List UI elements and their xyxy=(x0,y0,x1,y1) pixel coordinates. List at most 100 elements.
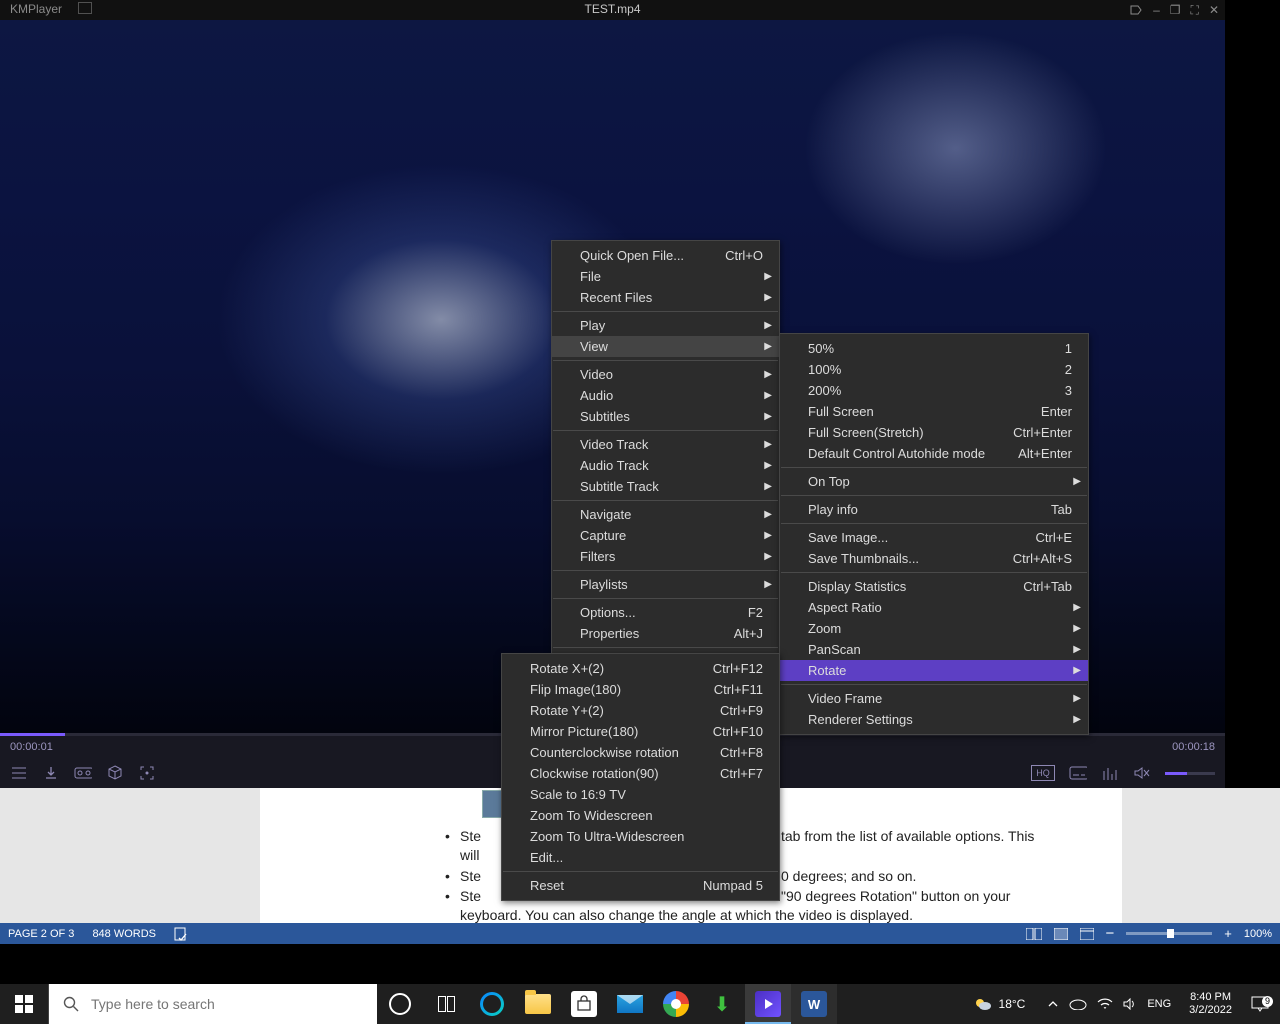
kmplayer-app[interactable] xyxy=(745,984,791,1024)
cube-icon[interactable] xyxy=(106,764,124,782)
language-icon[interactable]: ENG xyxy=(1147,998,1171,1010)
start-button[interactable] xyxy=(0,984,48,1024)
download-icon[interactable] xyxy=(42,764,60,782)
menu-item[interactable]: Play infoTab xyxy=(780,499,1088,520)
edge-app[interactable] xyxy=(469,984,515,1024)
download-app[interactable]: ⬇ xyxy=(699,984,745,1024)
menu-item[interactable]: Video Track▶ xyxy=(552,434,779,455)
menu-item[interactable]: Flip Image(180)Ctrl+F11 xyxy=(502,679,779,700)
close-button[interactable]: ✕ xyxy=(1209,3,1219,17)
onedrive-icon[interactable] xyxy=(1069,998,1087,1010)
equalizer-icon[interactable] xyxy=(1101,764,1119,782)
wifi-icon[interactable] xyxy=(1097,998,1113,1010)
menu-item[interactable]: Video Frame▶ xyxy=(780,688,1088,709)
search-input[interactable] xyxy=(89,995,353,1013)
restore-button[interactable]: ❐ xyxy=(1170,3,1181,17)
context-menu-main[interactable]: Quick Open File...Ctrl+OFile▶Recent File… xyxy=(551,240,780,656)
pin-icon[interactable] xyxy=(1129,3,1143,17)
menu-item[interactable]: Zoom▶ xyxy=(780,618,1088,639)
cortana-button[interactable] xyxy=(377,984,423,1024)
ms-store-app[interactable] xyxy=(561,984,607,1024)
action-center[interactable]: 9 xyxy=(1240,996,1280,1012)
menu-item[interactable]: Rotate Y+(2)Ctrl+F9 xyxy=(502,700,779,721)
mute-icon[interactable] xyxy=(1133,764,1151,782)
menu-item[interactable]: Play▶ xyxy=(552,315,779,336)
print-layout-icon[interactable] xyxy=(1054,928,1068,940)
menu-item[interactable]: Subtitles▶ xyxy=(552,406,779,427)
submenu-arrow-icon: ▶ xyxy=(1073,599,1081,616)
menu-item[interactable]: View▶ xyxy=(552,336,779,357)
spellcheck-icon[interactable] xyxy=(174,927,190,941)
volume-icon[interactable] xyxy=(1123,998,1137,1010)
focus-icon[interactable] xyxy=(138,764,156,782)
taskbar-search[interactable] xyxy=(48,984,377,1024)
submenu-arrow-icon: ▶ xyxy=(764,338,772,355)
menu-item[interactable]: Save Image...Ctrl+E xyxy=(780,527,1088,548)
subtitles-icon[interactable] xyxy=(1069,764,1087,782)
menu-item[interactable]: Save Thumbnails...Ctrl+Alt+S xyxy=(780,548,1088,569)
menu-item[interactable]: Display StatisticsCtrl+Tab xyxy=(780,576,1088,597)
menu-item[interactable]: Filters▶ xyxy=(552,546,779,567)
menu-item[interactable]: 100%2 xyxy=(780,359,1088,380)
menu-item[interactable]: File▶ xyxy=(552,266,779,287)
menu-item[interactable]: Edit... xyxy=(502,847,779,868)
menu-item[interactable]: Aspect Ratio▶ xyxy=(780,597,1088,618)
menu-item[interactable]: Rotate▶ xyxy=(780,660,1088,681)
menu-item[interactable]: Options...F2 xyxy=(552,602,779,623)
word-status-bar: PAGE 2 OF 3 848 WORDS − + 100% xyxy=(0,923,1280,944)
volume-slider[interactable] xyxy=(1165,772,1215,775)
menu-item[interactable]: Capture▶ xyxy=(552,525,779,546)
fullscreen-button[interactable]: ⛶ xyxy=(1191,3,1199,18)
word-page-count[interactable]: PAGE 2 OF 3 xyxy=(8,928,74,940)
zoom-in[interactable]: + xyxy=(1224,926,1232,941)
context-menu-rotate[interactable]: Rotate X+(2)Ctrl+F12Flip Image(180)Ctrl+… xyxy=(501,653,780,901)
minimize-button[interactable]: – xyxy=(1153,3,1160,17)
web-layout-icon[interactable] xyxy=(1080,928,1094,940)
vr-icon[interactable] xyxy=(74,764,92,782)
menu-item[interactable]: Subtitle Track▶ xyxy=(552,476,779,497)
tray-chevron-up-icon[interactable] xyxy=(1047,998,1059,1010)
menu-item[interactable]: Audio Track▶ xyxy=(552,455,779,476)
menu-item[interactable]: Default Control Autohide modeAlt+Enter xyxy=(780,443,1088,464)
playlist-icon[interactable] xyxy=(10,764,28,782)
menu-item[interactable]: PanScan▶ xyxy=(780,639,1088,660)
menu-item[interactable]: Audio▶ xyxy=(552,385,779,406)
word-word-count[interactable]: 848 WORDS xyxy=(92,928,156,940)
read-mode-icon[interactable] xyxy=(1026,928,1042,940)
menu-item[interactable]: Recent Files▶ xyxy=(552,287,779,308)
menu-item[interactable]: On Top▶ xyxy=(780,471,1088,492)
menu-item[interactable]: Zoom To Ultra-Widescreen xyxy=(502,826,779,847)
menu-item[interactable]: Zoom To Widescreen xyxy=(502,805,779,826)
menu-item[interactable]: Navigate▶ xyxy=(552,504,779,525)
menu-item[interactable]: Counterclockwise rotationCtrl+F8 xyxy=(502,742,779,763)
menu-item[interactable]: Rotate X+(2)Ctrl+F12 xyxy=(502,658,779,679)
menu-item[interactable]: Renderer Settings▶ xyxy=(780,709,1088,730)
mail-app[interactable] xyxy=(607,984,653,1024)
submenu-arrow-icon: ▶ xyxy=(764,366,772,383)
menu-item[interactable]: 50%1 xyxy=(780,338,1088,359)
chrome-app[interactable] xyxy=(653,984,699,1024)
kmp-titlebar[interactable]: KMPlayer TEST.mp4 – ❐ ⛶ ✕ xyxy=(0,0,1225,20)
menu-item[interactable]: ResetNumpad 5 xyxy=(502,875,779,896)
zoom-out[interactable]: − xyxy=(1106,925,1115,942)
taskbar-clock[interactable]: 8:40 PM 3/2/2022 xyxy=(1181,991,1240,1017)
zoom-level[interactable]: 100% xyxy=(1244,928,1272,940)
menu-item[interactable]: Full Screen(Stretch)Ctrl+Enter xyxy=(780,422,1088,443)
context-menu-view[interactable]: 50%1100%2200%3Full ScreenEnterFull Scree… xyxy=(779,333,1089,735)
menu-item[interactable]: Video▶ xyxy=(552,364,779,385)
menu-item[interactable]: Full ScreenEnter xyxy=(780,401,1088,422)
task-view-button[interactable] xyxy=(423,984,469,1024)
menu-item[interactable]: Clockwise rotation(90)Ctrl+F7 xyxy=(502,763,779,784)
menu-item[interactable]: 200%3 xyxy=(780,380,1088,401)
weather-widget[interactable]: 18°C xyxy=(961,994,1038,1014)
submenu-arrow-icon: ▶ xyxy=(764,317,772,334)
word-app[interactable]: W xyxy=(791,984,837,1024)
hq-icon[interactable]: HQ xyxy=(1031,765,1055,781)
file-explorer-app[interactable] xyxy=(515,984,561,1024)
menu-item[interactable]: Scale to 16:9 TV xyxy=(502,784,779,805)
menu-item[interactable]: Quick Open File...Ctrl+O xyxy=(552,245,779,266)
zoom-slider[interactable] xyxy=(1126,932,1212,935)
menu-item[interactable]: PropertiesAlt+J xyxy=(552,623,779,644)
menu-item[interactable]: Playlists▶ xyxy=(552,574,779,595)
menu-item[interactable]: Mirror Picture(180)Ctrl+F10 xyxy=(502,721,779,742)
